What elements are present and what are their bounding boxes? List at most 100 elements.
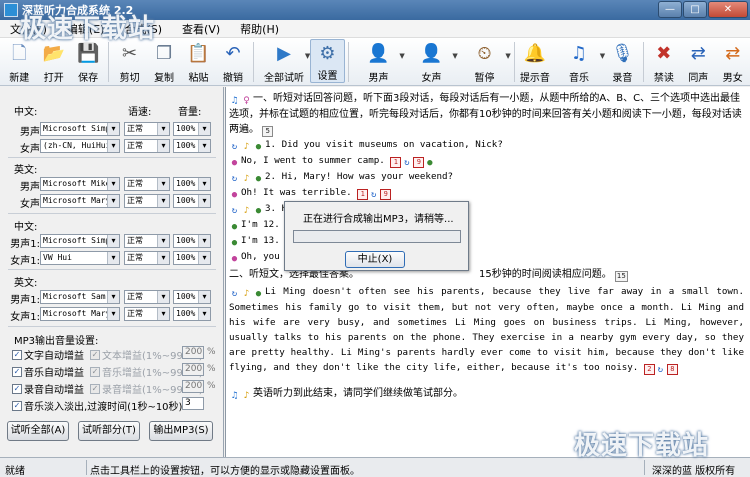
- no-read-icon: ✖: [656, 43, 672, 64]
- person-icon: ●: [231, 190, 238, 200]
- male-female-button[interactable]: ⇄ 男女: [716, 38, 750, 85]
- voice-select[interactable]: Microsoft Mary: [40, 307, 120, 321]
- abort-button[interactable]: 中止(X): [345, 251, 405, 268]
- volume-select[interactable]: 100%: [173, 307, 211, 321]
- voice-select[interactable]: Microsoft Mike: [40, 177, 120, 191]
- output-mp3-button[interactable]: 输出MP3(S): [149, 421, 213, 441]
- record-auto-gain-checkbox[interactable]: ✓ 录音自动增益: [12, 381, 84, 396]
- volume-select[interactable]: 100%: [173, 139, 211, 153]
- person-icon: ●: [427, 158, 433, 168]
- text-auto-gain-checkbox[interactable]: ✓ 文字自动增益: [12, 347, 84, 362]
- record-gain-input[interactable]: 200: [182, 380, 204, 393]
- music-note-icon: ♫: [230, 391, 239, 401]
- volume-select[interactable]: 100%: [173, 251, 211, 265]
- pause-button[interactable]: ⏲ 暂停: [458, 38, 512, 85]
- menu-view[interactable]: 查看(V): [172, 21, 230, 37]
- minimize-button[interactable]: —: [658, 1, 682, 18]
- record-button[interactable]: 🎙 录音: [605, 38, 639, 85]
- undo-icon: ↶: [225, 43, 241, 64]
- listen-all-panel-button[interactable]: 试听全部(A): [7, 421, 69, 441]
- pause-tag: 1: [357, 189, 369, 200]
- loop-icon: ↻: [231, 142, 238, 152]
- music-note-icon: ♫: [570, 43, 588, 64]
- toolbar-separator: [513, 42, 515, 82]
- status-copyright: 深深的蓝 版权所有: [652, 466, 736, 477]
- dialog-line: ↻ ♪ ● 2. Hi, Mary! How was your weekend?: [229, 169, 744, 185]
- fade-time-input[interactable]: 3: [182, 397, 204, 410]
- loop-icon: ↻: [370, 190, 377, 200]
- play-icon: ▶: [277, 43, 291, 64]
- person-icon: ●: [231, 254, 238, 264]
- speed-select[interactable]: 正常: [124, 139, 170, 153]
- bell-icon: ♪: [243, 142, 250, 152]
- pause-tag: 1: [390, 157, 402, 168]
- divider: [8, 157, 216, 158]
- voice-select[interactable]: (zh-CN, HuiHui: [40, 139, 120, 153]
- no-read-button[interactable]: ✖ 禁读: [647, 38, 681, 85]
- progress-message: 正在进行合成输出MP3，请稍等...: [303, 214, 454, 225]
- speed-select[interactable]: 正常: [124, 177, 170, 191]
- loop-icon: ↻: [231, 206, 238, 216]
- voice-select[interactable]: Microsoft Sam: [40, 290, 120, 304]
- volume-select[interactable]: 100%: [173, 290, 211, 304]
- speed-select[interactable]: 正常: [124, 251, 170, 265]
- toolbar: 🗋 新建 📂 打开 💾 保存 ✂ 剪切 ❐ 复制 📋 粘贴 ↶ 撤销 ▶ 全部试听 ▼ ⚙ 设置 …: [0, 38, 750, 86]
- language-header: 中文:: [14, 107, 38, 118]
- chevron-down-icon[interactable]: ▼: [505, 52, 510, 60]
- undo-button[interactable]: ↶ 撤销: [216, 38, 250, 85]
- volume-select[interactable]: 100%: [173, 234, 211, 248]
- check-icon: ✓: [12, 383, 22, 394]
- menu-help[interactable]: 帮助(H): [230, 21, 289, 37]
- voice-select[interactable]: VW Hui: [40, 251, 120, 265]
- speed-select[interactable]: 正常: [124, 122, 170, 136]
- progress-bar: [293, 230, 461, 243]
- status-separator: [86, 460, 87, 475]
- paste-icon: 📋: [187, 43, 210, 64]
- check-icon: ✓: [90, 383, 100, 394]
- volume-select[interactable]: 100%: [173, 177, 211, 191]
- speed-select[interactable]: 正常: [124, 234, 170, 248]
- listen-all-button[interactable]: ▶ 全部试听: [257, 38, 311, 85]
- music-gain-input[interactable]: 200: [182, 363, 204, 376]
- percent-label: %: [207, 364, 216, 374]
- maximize-button[interactable]: □: [683, 1, 707, 18]
- settings-button[interactable]: ⚙ 设置: [310, 39, 345, 83]
- male-voice-button[interactable]: 👤 男声: [352, 38, 406, 85]
- sync-voice-button[interactable]: ⇄ 同声: [681, 38, 715, 85]
- prompt-tone-button[interactable]: 🔔 提示音: [518, 38, 552, 85]
- gear-icon: ⚙: [319, 43, 336, 64]
- music-button[interactable]: ♫ 音乐: [552, 38, 606, 85]
- section-1-heading: ♫ ♀ 一、听短对话回答问题，听下面3段对话，每段对话后有一小题，从题中所给的A、B…: [229, 93, 742, 137]
- volume-select[interactable]: 100%: [173, 122, 211, 136]
- voice-select[interactable]: Microsoft Mary: [40, 194, 120, 208]
- close-button[interactable]: ✕: [708, 1, 748, 18]
- toolbar-separator: [642, 42, 644, 82]
- bell-icon: ♪: [243, 174, 250, 184]
- paste-button[interactable]: 📋 粘贴: [181, 38, 215, 85]
- group-title: 英文:: [14, 165, 38, 176]
- volume-select[interactable]: 100%: [173, 194, 211, 208]
- speed-select[interactable]: 正常: [124, 307, 170, 321]
- pause-tag: 9: [380, 189, 392, 200]
- pause-tag: 15: [614, 271, 628, 282]
- music-auto-gain-checkbox[interactable]: ✓ 音乐自动增益: [12, 364, 84, 379]
- speed-select[interactable]: 正常: [124, 290, 170, 304]
- toolbar-separator: [253, 42, 255, 82]
- dialog-line: ↻ ♪ ● 1. Did you visit museums on vacation,…: [229, 137, 744, 153]
- music-fade-checkbox[interactable]: ✓ 音乐淡入淡出,过渡时间(1秒~10秒):: [12, 398, 186, 413]
- voice-select[interactable]: Microsoft Simp: [40, 234, 120, 248]
- script-editor[interactable]: ♫ ♀ 一、听短对话回答问题，听下面3段对话，每段对话后有一小题，从题中所给的A、B…: [225, 87, 750, 457]
- person-icon: ●: [231, 158, 238, 168]
- mp3-volume-title: MP3输出音量设置:: [14, 336, 99, 347]
- check-icon: ✓: [12, 349, 22, 360]
- female-voice-button[interactable]: 👤 女声: [405, 38, 459, 85]
- check-icon: ✓: [12, 366, 22, 377]
- pause-tag: 8: [666, 364, 678, 375]
- voice-select[interactable]: Microsoft Simp: [40, 122, 120, 136]
- text-gain-input[interactable]: 200: [182, 346, 204, 359]
- dialog-line: ● Oh! It was terrible. 1 ↻ 9: [229, 185, 744, 201]
- person-icon: ●: [255, 142, 262, 152]
- speed-select[interactable]: 正常: [124, 194, 170, 208]
- bell-icon: ♪: [243, 206, 250, 216]
- listen-part-button[interactable]: 试听部分(T): [78, 421, 140, 441]
